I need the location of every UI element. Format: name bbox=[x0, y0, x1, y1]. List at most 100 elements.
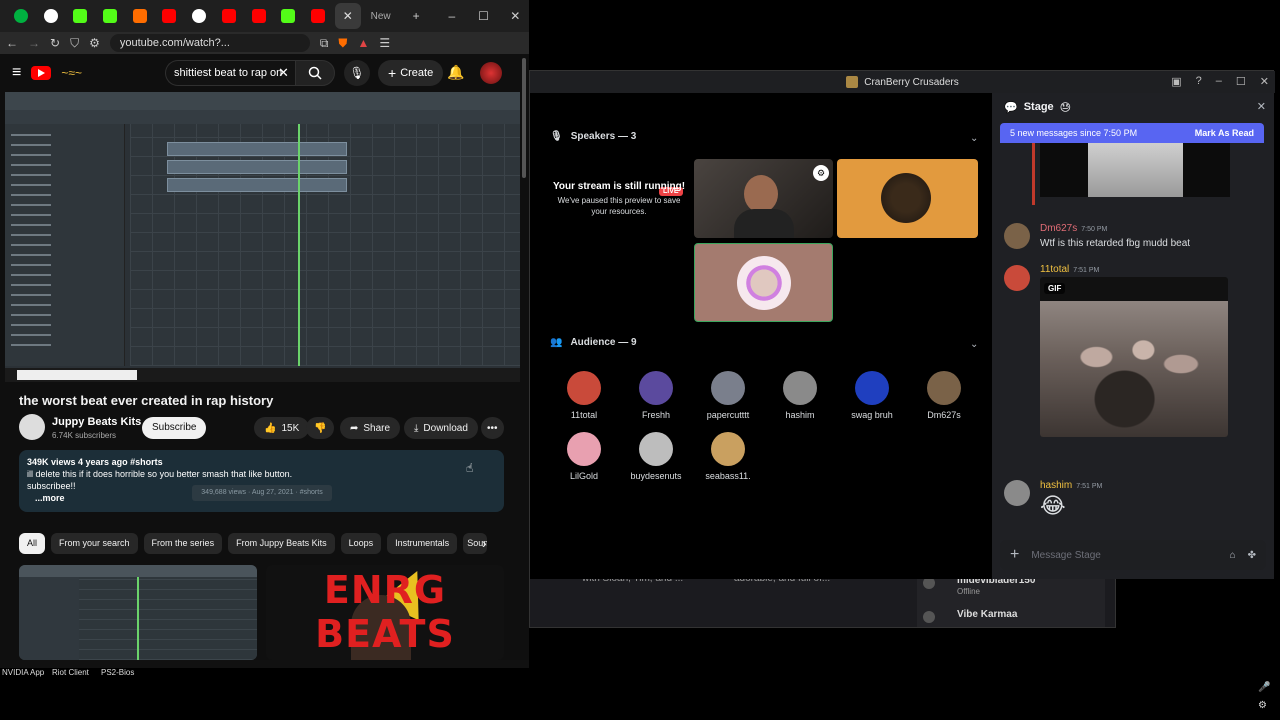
help-icon[interactable]: ? bbox=[1196, 75, 1202, 88]
tray-settings-icon[interactable]: ⚙ bbox=[1258, 700, 1267, 711]
close-chat-icon[interactable]: ✕ bbox=[1257, 100, 1266, 113]
speakers-header[interactable]: 🎙 Speakers — 3 bbox=[550, 131, 636, 142]
bookmark-icon[interactable]: ⛉ bbox=[70, 36, 79, 51]
speaker-tile-avatar[interactable] bbox=[837, 159, 978, 238]
recommended-thumbnail-1[interactable] bbox=[19, 565, 257, 660]
chip-from-channel[interactable]: From Juppy Beats Kits bbox=[228, 533, 335, 554]
menu-icon[interactable]: ≡ bbox=[12, 64, 21, 82]
share-button[interactable]: ➦ Share bbox=[340, 417, 401, 439]
minimize-icon[interactable]: – bbox=[438, 9, 466, 23]
tab-4[interactable] bbox=[97, 3, 123, 29]
message-avatar[interactable] bbox=[1004, 223, 1030, 249]
audience-member[interactable]: Freshh bbox=[621, 371, 691, 420]
forward-icon[interactable]: → bbox=[28, 36, 40, 50]
tab-11[interactable] bbox=[305, 3, 331, 29]
tab-1[interactable] bbox=[8, 3, 34, 29]
tab-6[interactable] bbox=[157, 3, 183, 29]
audience-member[interactable]: papercutttt bbox=[693, 371, 763, 420]
download-label: Download bbox=[423, 422, 468, 434]
message-avatar[interactable] bbox=[1004, 480, 1030, 506]
reload-icon[interactable]: ↻ bbox=[50, 36, 60, 50]
close-window-icon[interactable]: ✕ bbox=[501, 9, 529, 23]
message-avatar[interactable] bbox=[1004, 265, 1030, 291]
dislike-button[interactable]: 👎 bbox=[306, 417, 335, 439]
audience-member[interactable]: swag bruh bbox=[837, 371, 907, 420]
tab-5[interactable] bbox=[127, 3, 153, 29]
apps-icon[interactable]: ✤ bbox=[1248, 550, 1256, 561]
desktop-icon-ps2bios[interactable]: PS2-Bios bbox=[101, 668, 134, 677]
tab-10[interactable] bbox=[275, 3, 301, 29]
tab-7[interactable] bbox=[186, 3, 212, 29]
like-button[interactable]: 👍 15K bbox=[254, 417, 310, 439]
chip-all[interactable]: All bbox=[19, 533, 46, 554]
chevron-down-icon[interactable]: ⌄ bbox=[970, 339, 978, 350]
video-player[interactable] bbox=[5, 92, 520, 382]
tab-9[interactable] bbox=[246, 3, 272, 29]
maximize-icon[interactable]: ☐ bbox=[1236, 75, 1246, 88]
mark-as-read-button[interactable]: Mark As Read bbox=[1195, 128, 1254, 138]
chip-from-series[interactable]: From the series bbox=[143, 533, 223, 554]
audience-member[interactable]: LilGold bbox=[549, 432, 619, 481]
minimize-icon[interactable]: – bbox=[1216, 75, 1222, 88]
brave-shield-icon[interactable]: ⛊ bbox=[338, 36, 347, 51]
url-field[interactable]: youtube.com/watch?... bbox=[109, 34, 310, 52]
new-tab-icon[interactable]: + bbox=[402, 9, 430, 23]
audience-member[interactable]: 11total bbox=[549, 371, 619, 420]
chip-loops[interactable]: Loops bbox=[340, 533, 382, 554]
mic-icon: 🎙 bbox=[349, 66, 365, 80]
description-box[interactable]: 349K views 4 years ago #shorts ill delet… bbox=[19, 450, 504, 512]
speaker-tile-webcam[interactable]: ⚙ bbox=[694, 159, 833, 238]
page-scrollbar[interactable] bbox=[521, 58, 527, 658]
search-query-text: shittiest beat to rap on bbox=[174, 67, 283, 79]
subscribe-button[interactable]: Subscribe bbox=[142, 417, 207, 439]
speaker-tile-speaking[interactable] bbox=[694, 243, 833, 322]
audience-member[interactable]: seabass11. bbox=[693, 432, 763, 481]
channel-name[interactable]: Juppy Beats Kits bbox=[52, 416, 141, 428]
chip-instrumentals[interactable]: Instrumentals bbox=[387, 533, 458, 554]
tab-new[interactable]: New bbox=[371, 11, 399, 22]
close-icon[interactable]: ✕ bbox=[1260, 75, 1269, 88]
search-input[interactable]: shittiest beat to rap on bbox=[165, 60, 295, 86]
message-input[interactable]: + Message Stage ⌂ ✤ bbox=[1000, 540, 1266, 570]
site-info-icon[interactable]: ⚙ bbox=[89, 36, 100, 50]
notifications-bell-icon[interactable]: 🔔 bbox=[447, 64, 464, 81]
chip-from-search[interactable]: From your search bbox=[51, 533, 138, 554]
tab-8[interactable] bbox=[216, 3, 242, 29]
create-button[interactable]: + Create bbox=[378, 60, 444, 86]
audience-member[interactable]: buydesenuts bbox=[621, 432, 691, 481]
desktop-icon-riot[interactable]: Riot Client bbox=[52, 668, 89, 677]
rewards-icon[interactable]: ▲ bbox=[357, 36, 369, 50]
extensions-icon[interactable]: ⧉ bbox=[320, 36, 329, 51]
chevron-down-icon[interactable]: ⌄ bbox=[970, 133, 978, 144]
tab-3[interactable] bbox=[67, 3, 93, 29]
audience-member[interactable]: Dm627s bbox=[909, 371, 979, 420]
tab-close-icon[interactable]: ✕ bbox=[334, 3, 361, 29]
gift-icon[interactable]: ⌂ bbox=[1230, 550, 1236, 561]
chevron-right-icon[interactable]: › bbox=[482, 535, 487, 551]
tray-mic-icon[interactable]: 🎤 bbox=[1258, 682, 1270, 693]
audience-header[interactable]: 👥 Audience — 9 bbox=[550, 337, 637, 348]
message-author[interactable]: 11total 7:51 PM bbox=[1040, 264, 1099, 275]
sidebar-icon[interactable]: ☰ bbox=[379, 36, 390, 50]
search-button[interactable] bbox=[295, 60, 335, 86]
recommended-thumbnail-2[interactable]: ENRG BEATS bbox=[266, 565, 504, 660]
more-actions-button[interactable]: ••• bbox=[481, 417, 504, 439]
desktop-icon-nvidia[interactable]: NVIDIA App bbox=[2, 668, 44, 677]
maximize-icon[interactable]: ☐ bbox=[470, 9, 498, 23]
youtube-logo-icon[interactable] bbox=[31, 66, 52, 80]
gif-embed[interactable]: GIF bbox=[1040, 277, 1228, 437]
add-attachment-icon[interactable]: + bbox=[1010, 546, 1019, 564]
download-button[interactable]: ⤓ Download bbox=[404, 417, 478, 439]
new-messages-bar[interactable]: 5 new messages since 7:50 PM Mark As Rea… bbox=[1000, 123, 1264, 143]
clear-search-icon[interactable]: ✕ bbox=[278, 65, 289, 81]
back-icon[interactable]: ← bbox=[6, 36, 18, 50]
tab-2[interactable] bbox=[38, 3, 64, 29]
account-avatar[interactable] bbox=[480, 62, 502, 84]
audience-member[interactable]: hashim bbox=[765, 371, 835, 420]
message-author[interactable]: hashim 7:51 PM bbox=[1040, 480, 1102, 491]
inbox-icon[interactable]: ▣ bbox=[1171, 75, 1181, 88]
voice-search-button[interactable]: 🎙 bbox=[344, 60, 370, 86]
channel-avatar[interactable] bbox=[19, 414, 45, 440]
message-author[interactable]: Dm627s 7:50 PM bbox=[1040, 223, 1107, 234]
previous-image-embed[interactable] bbox=[1040, 143, 1230, 197]
